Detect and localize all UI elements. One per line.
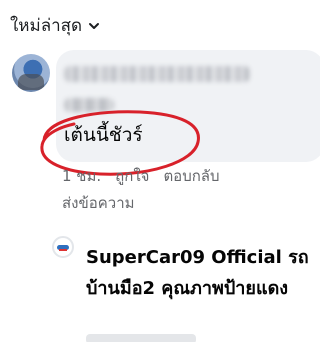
commenter-avatar[interactable]: [12, 54, 50, 92]
reply-button[interactable]: ตอบกลับ: [163, 164, 219, 188]
comment-text: เต้นนี้ชัวร์: [64, 124, 143, 146]
reply-author-name[interactable]: SuperCar09 Official รถบ้านมือ2 คุณภาพป้า…: [86, 242, 314, 304]
send-message-button[interactable]: ส่งข้อความ: [62, 191, 135, 215]
like-button[interactable]: ถูกใจ: [115, 164, 149, 188]
sort-label: ใหม่ล่าสุด: [10, 16, 83, 36]
reply-author-avatar[interactable]: [52, 236, 74, 258]
chevron-down-icon: [89, 22, 100, 29]
comment-time: 1 ชม.: [62, 167, 102, 185]
comments-panel: ใหม่ล่าสุด เต้นนี้ชัวร์ 1 ชม. ถูกใจ ตอบก…: [0, 0, 320, 342]
reply-text-cutoff: [86, 334, 196, 342]
blurred-commenter-name: [64, 66, 250, 82]
sort-dropdown[interactable]: ใหม่ล่าสุด: [10, 12, 100, 39]
comment-actions: 1 ชม. ถูกใจ ตอบกลับ: [62, 164, 220, 188]
blurred-tagged-name: [64, 98, 114, 112]
